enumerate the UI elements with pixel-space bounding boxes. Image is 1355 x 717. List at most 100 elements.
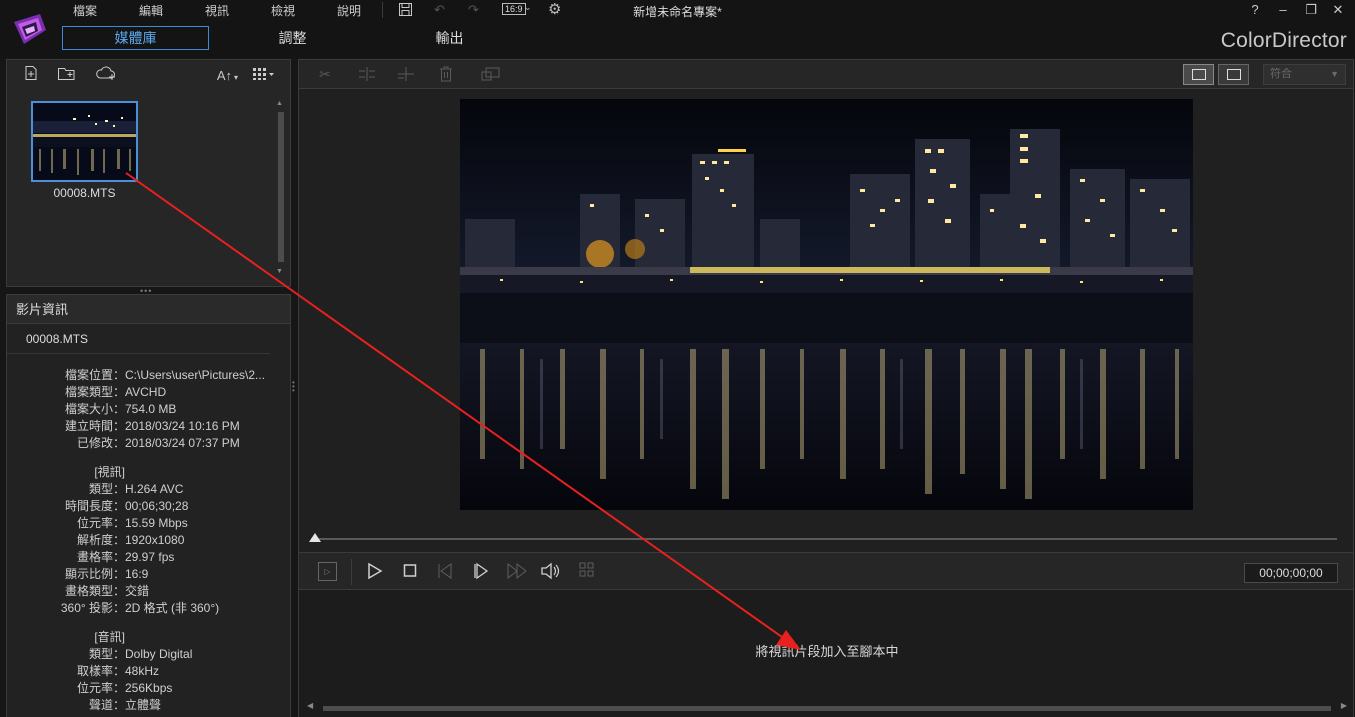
playback-controls: ▷ 00;00;00;00 (298, 552, 1354, 590)
info-value: AVCHD (125, 385, 167, 399)
toolbar-divider (382, 2, 383, 18)
colordirector-logo-icon (14, 14, 46, 44)
info-key: 已修改： (76, 436, 125, 450)
info-value: 29.97 fps (125, 550, 175, 564)
media-thumbnail[interactable] (31, 101, 138, 182)
grid-view-icon[interactable] (252, 67, 274, 84)
info-value: 立體聲 (125, 698, 162, 712)
help-button[interactable]: ? (1245, 1, 1265, 19)
media-library-panel: A↑ ▾ 00008.MTS ▲ ▼ (6, 59, 291, 287)
snapshot-icon[interactable] (481, 66, 501, 85)
scroll-down-icon[interactable]: ▼ (276, 268, 283, 275)
undo-icon[interactable]: ↶ (434, 2, 445, 18)
cloud-import-icon[interactable] (95, 65, 117, 85)
restore-icon[interactable]: ❐ (1301, 1, 1321, 19)
info-key: 時間長度： (64, 499, 125, 513)
chevron-down-icon[interactable]: ⌄ (524, 2, 532, 13)
tab-library[interactable]: 媒體庫 (62, 26, 209, 50)
menu-edit[interactable]: 編輯 (118, 3, 184, 19)
info-row: 解析度： 1920x1080 (7, 532, 287, 549)
view-mode-single-button[interactable] (1183, 64, 1214, 85)
info-key: 檔案大小： (64, 402, 125, 416)
scroll-left-icon[interactable]: ◀ (307, 701, 313, 710)
add-clip-hint: 將視訊片段加入至腳本中 (755, 644, 899, 659)
info-key: 畫格率： (76, 550, 125, 564)
close-icon[interactable]: ✕ (1328, 1, 1348, 19)
menu-file[interactable]: 檔案 (52, 3, 118, 19)
info-key: 解析度： (76, 533, 125, 547)
minimize-icon[interactable]: – (1273, 1, 1293, 19)
info-row: 建立時間： 2018/03/24 10:16 PM (7, 418, 287, 435)
image-icon (1192, 69, 1206, 80)
info-value: C:\Users\user\Pictures\2... (125, 368, 266, 382)
info-value: 256Kbps (125, 681, 173, 695)
chevron-down-icon: ▾ (233, 72, 238, 82)
info-key: 360° 投影： (60, 601, 125, 615)
seek-handle[interactable] (309, 533, 321, 542)
sort-button[interactable]: A↑ ▾ (203, 68, 238, 83)
fast-forward-icon[interactable] (506, 562, 528, 585)
split-align-icon[interactable] (396, 66, 416, 85)
import-media-icon[interactable] (23, 65, 39, 85)
stop-icon[interactable] (403, 562, 417, 585)
info-value: H.264 AVC (125, 482, 184, 496)
menu-bar: 檔案 編輯 視訊 檢視 說明 (52, 3, 382, 19)
volume-icon[interactable] (540, 562, 560, 585)
tab-adjust[interactable]: 調整 (219, 26, 366, 50)
next-frame-icon[interactable] (473, 562, 491, 585)
info-key: 類型： (88, 647, 125, 661)
script-scrollbar[interactable]: ◀ ▶ (307, 701, 1347, 713)
edit-toolbar: ✂ 符合 ▼ (298, 59, 1354, 89)
info-row: 畫格率： 29.97 fps (7, 549, 287, 566)
info-key: 畫格類型： (64, 584, 125, 598)
scroll-up-icon[interactable]: ▲ (276, 100, 283, 107)
trim-scissors-icon[interactable]: ✂ (319, 66, 331, 83)
import-folder-icon[interactable] (57, 65, 77, 85)
script-area[interactable]: 將視訊片段加入至腳本中 ◀ ▶ (298, 590, 1354, 717)
sort-label: A↑ (216, 67, 232, 83)
info-value: 2D 格式 (非 360°) (125, 601, 220, 615)
redo-icon[interactable]: ↷ (468, 2, 479, 18)
delete-trash-icon[interactable] (439, 66, 453, 85)
info-value: 15.59 Mbps (125, 516, 188, 530)
preview-mode-icon[interactable]: ▷ (318, 562, 337, 581)
play-icon[interactable] (367, 562, 383, 585)
video-info-panel: 影片資訊 00008.MTS 檔案位置： C:\Users\user\Pictur… (6, 294, 291, 717)
info-key: 位元率： (76, 681, 125, 695)
info-row: 檔案類型： AVCHD (7, 384, 287, 401)
info-row: 360° 投影： 2D 格式 (非 360°) (7, 600, 287, 617)
scrollbar-thumb[interactable] (323, 706, 1331, 711)
settings-gear-icon[interactable]: ⚙ (548, 2, 561, 18)
scroll-right-icon[interactable]: ▶ (1341, 701, 1347, 710)
save-icon[interactable] (398, 2, 413, 18)
info-value: 交錯 (125, 584, 150, 598)
tab-output[interactable]: 輸出 (376, 26, 523, 50)
library-scrollbar[interactable]: ▲ ▼ (276, 100, 285, 280)
menu-view[interactable]: 檢視 (250, 3, 316, 19)
split-icon[interactable] (357, 66, 377, 85)
seek-bar[interactable] (311, 538, 1337, 540)
info-key: 類型： (88, 482, 125, 496)
info-row: 已修改： 2018/03/24 07:37 PM (7, 435, 287, 452)
timecode-display[interactable]: 00;00;00;00 (1244, 563, 1338, 583)
grid-overlay-icon[interactable] (579, 562, 595, 583)
info-value: 00;06;30;28 (125, 499, 189, 513)
panel-splitter-grip[interactable]: • • • (292, 379, 296, 395)
info-value: 16:9 (125, 567, 149, 581)
previous-frame-icon[interactable] (437, 562, 455, 585)
info-row: 聲道： 立體聲 (7, 697, 287, 714)
info-key: 檔案類型： (64, 385, 125, 399)
menu-video[interactable]: 視訊 (184, 3, 250, 19)
menu-help[interactable]: 說明 (316, 3, 382, 19)
fit-zoom-select[interactable]: 符合 ▼ (1263, 64, 1346, 85)
scrollbar-thumb[interactable] (278, 112, 284, 262)
info-value: 754.0 MB (125, 402, 177, 416)
view-mode-compare-button[interactable] (1218, 64, 1249, 85)
info-key: 建立時間： (64, 419, 125, 433)
aspect-ratio-selector[interactable]: 16:9 (502, 3, 526, 15)
info-value: 1920x1080 (125, 533, 185, 547)
info-key: 取樣率： (76, 664, 125, 678)
mode-tabs: 媒體庫 調整 輸出 (62, 26, 533, 50)
video-preview-frame[interactable] (460, 99, 1193, 510)
info-row: 位元率： 15.59 Mbps (7, 515, 287, 532)
